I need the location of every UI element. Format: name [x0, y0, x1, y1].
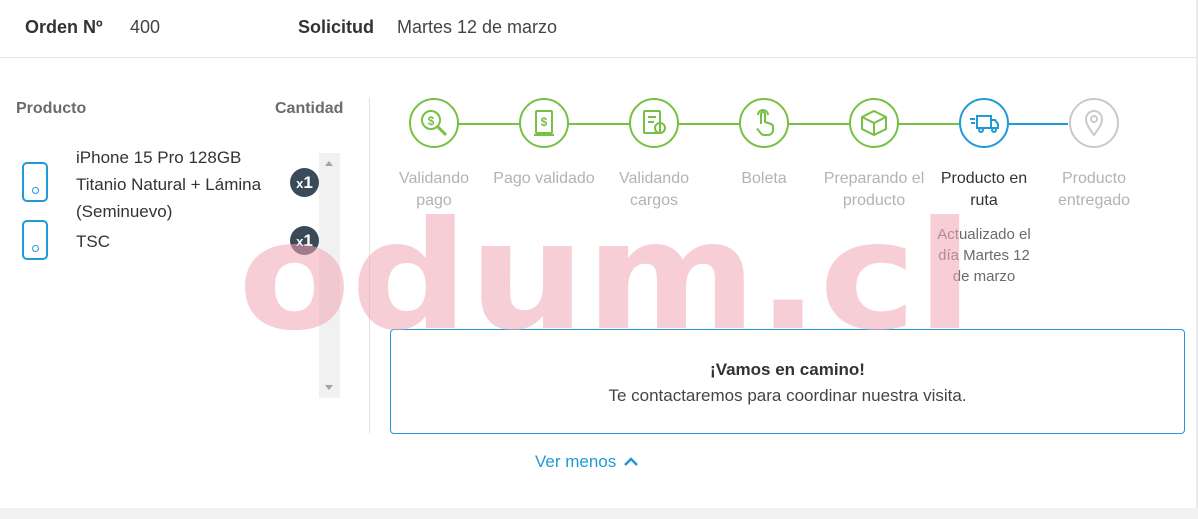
location-pin-icon: [1084, 110, 1104, 137]
step-label: Producto entregado: [1057, 170, 1131, 209]
order-header: Orden Nº 400 Solicitud Martes 12 de marz…: [0, 0, 1198, 58]
scroll-down-arrow-icon[interactable]: [325, 385, 333, 390]
ver-menos-button[interactable]: Ver menos: [535, 452, 639, 472]
watermark-logo: odum.cl: [238, 210, 973, 340]
step-label: Validando pago: [399, 170, 469, 209]
quantity-badge: x1: [290, 168, 319, 197]
svg-text:$: $: [428, 114, 435, 128]
product-list[interactable]: iPhone 15 Pro 128GB Titanio Natural + Lá…: [0, 150, 340, 398]
step-updated-date: Actualizado el día Martes 12 de marzo: [937, 226, 1031, 285]
package-box-icon: [861, 109, 887, 137]
step-producto-en-ruta: [959, 98, 1009, 148]
watermark-text: odum.cl: [238, 210, 973, 340]
progress-line-pending: [1008, 123, 1068, 125]
column-divider: [369, 98, 370, 433]
chevron-up-icon: [624, 457, 639, 466]
step-label: Boleta: [741, 170, 787, 187]
quantity-column-header: Cantidad: [275, 100, 344, 117]
status-message-box: ¡Vamos en camino! Te contactaremos para …: [390, 329, 1185, 434]
product-name: TSC: [76, 232, 110, 251]
step-validando-cargos: [629, 98, 679, 148]
product-list-scrollbar[interactable]: [319, 153, 340, 398]
step-label: Validando cargos: [619, 170, 689, 209]
product-column-header: Producto: [16, 100, 87, 117]
status-message-title: ¡Vamos en camino!: [710, 360, 865, 379]
request-label: Solicitud: [298, 17, 374, 37]
product-name: iPhone 15 Pro 128GB Titanio Natural + Lá…: [76, 150, 262, 221]
step-label: Pago validado: [493, 170, 595, 187]
phone-icon: [22, 162, 48, 202]
request-date: Martes 12 de marzo: [397, 17, 558, 37]
step-validando-pago: $: [409, 98, 459, 148]
svg-text:$: $: [541, 115, 548, 129]
document-dollar-icon: $: [534, 110, 554, 136]
ver-menos-label: Ver menos: [535, 452, 617, 471]
delivery-truck-icon: [970, 115, 999, 133]
step-boleta: [739, 98, 789, 148]
step-preparando-producto: [849, 98, 899, 148]
status-message-text: Te contactaremos para coordinar nuestra …: [608, 386, 967, 405]
footer-band: [0, 508, 1198, 519]
step-pago-validado: $: [519, 98, 569, 148]
quantity-badge: x1: [290, 226, 319, 255]
order-number-value: 400: [130, 17, 161, 37]
hand-pointer-icon: [756, 109, 774, 136]
step-producto-entregado: [1069, 98, 1119, 148]
step-label: Producto en ruta: [940, 170, 1028, 209]
dollar-search-icon: $: [421, 110, 448, 137]
scroll-up-arrow-icon[interactable]: [325, 161, 333, 166]
step-label: Preparando el producto: [823, 170, 925, 209]
phone-icon: [22, 220, 48, 260]
document-check-icon: [643, 110, 666, 134]
order-number-label: Orden Nº: [25, 17, 103, 37]
